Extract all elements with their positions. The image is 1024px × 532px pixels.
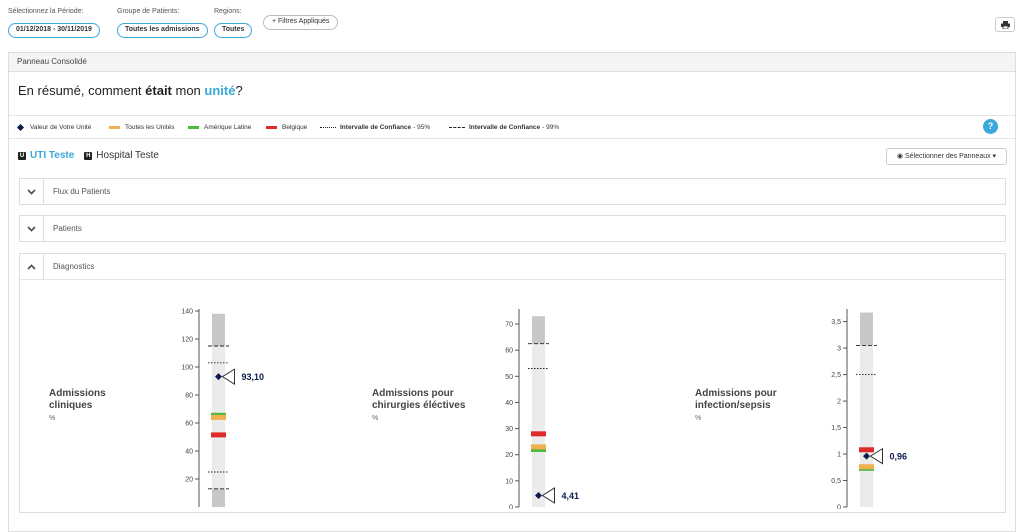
accordion-title: Diagnostics <box>53 262 95 271</box>
marker-all-units <box>531 444 546 450</box>
select-panels-dropdown[interactable]: ◉ Sélectionner des Panneaux ▾ <box>886 148 1007 165</box>
gauge-chart-chirurgies-electives: 0 10 20 30 40 50 60 70 4,41 <box>505 309 580 510</box>
unit-badge-icon: U <box>18 151 26 160</box>
period-filter: Sélectionnez la Période: 01/12/2018 - 30… <box>8 8 100 38</box>
metric-title: Admissions pour chirurgies éléctives <box>372 388 466 411</box>
legend-belgium: Belgique <box>266 124 307 131</box>
y-tick-label: 60 <box>185 421 193 428</box>
y-tick-label: 40 <box>185 449 193 456</box>
patient-group-filter-button[interactable]: Toutes les admissions <box>117 23 208 38</box>
accordion-patients[interactable]: Patients <box>19 215 1006 242</box>
regions-filter-button[interactable]: Toutes <box>214 23 253 38</box>
metric-unit: % <box>372 415 379 422</box>
y-tick-label: 80 <box>185 393 193 400</box>
metric-title: Admissions cliniques <box>49 388 106 411</box>
y-tick-label: 3 <box>837 346 841 353</box>
y-tick-label: 40 <box>505 400 513 407</box>
unit-value-label: 0,96 <box>890 452 908 462</box>
tab-uti-teste[interactable]: U UTI Teste <box>18 150 74 161</box>
y-tick-label: 120 <box>181 337 193 344</box>
unit-tabs: U UTI Teste H Hospital Teste <box>18 150 169 161</box>
diamond-icon <box>16 123 25 132</box>
regions-filter-label: Regions: <box>214 8 242 15</box>
eye-icon: ◉ <box>896 153 905 160</box>
legend-latin-america: Amérique Latine <box>188 124 251 131</box>
y-tick-label: 100 <box>181 365 193 372</box>
applied-filters-button[interactable]: + Filtres Appliqués <box>263 15 339 30</box>
range-outer-zone <box>532 316 545 344</box>
y-tick-label: 30 <box>505 426 513 433</box>
regions-filter: Regions: Toutes <box>214 8 253 38</box>
accordion-diagnostics-header[interactable]: Diagnostics <box>20 254 1005 280</box>
y-tick-label: 70 <box>505 322 513 329</box>
y-tick-label: 20 <box>185 477 193 484</box>
help-icon[interactable]: ? <box>983 119 998 134</box>
y-tick-label: 0,5 <box>831 478 841 485</box>
metric-unit: % <box>695 415 702 422</box>
gauge-chart-admissions-cliniques: 20 40 60 80 100 120 140 93,10 <box>181 309 265 507</box>
patient-group-filter: Groupe de Patients: Toutes les admission… <box>117 8 208 38</box>
consolidated-panel: Panneau Consolidé En résumé, comment éta… <box>8 52 1016 532</box>
y-tick-label: 60 <box>505 348 513 355</box>
marker-belgium <box>211 432 226 438</box>
page-title: En résumé, comment était mon unité? <box>18 83 243 98</box>
legend: Valeur de Votre Unité Toutes les Unités … <box>9 115 1015 139</box>
legend-ci-95: Intervalle de Confiance - 95% <box>320 124 430 131</box>
range-outer-zone <box>212 488 225 507</box>
period-filter-button[interactable]: 01/12/2018 - 30/11/2019 <box>8 23 100 38</box>
y-tick-label: 3,5 <box>831 319 841 326</box>
legend-all-units: Toutes les Unités <box>109 124 175 131</box>
y-tick-label: 10 <box>505 478 513 485</box>
printer-icon <box>1000 20 1010 29</box>
chevron-up-icon <box>27 263 36 270</box>
y-tick-label: 2 <box>837 399 841 406</box>
y-tick-label: 20 <box>505 452 513 459</box>
accordion-title: Flux du Patients <box>53 187 111 196</box>
y-tick-label: 0 <box>509 505 513 510</box>
marker-all-units <box>859 464 874 470</box>
y-tick-label: 2,5 <box>831 372 841 379</box>
accordion-diagnostics: Diagnostics Admissions cliniques % 20 40 6… <box>19 253 1006 513</box>
gauge-chart-infection-sepsis: 0 0,5 1 1,5 2 2,5 3 3,5 0,96 <box>831 309 908 510</box>
range-outer-zone <box>860 312 873 346</box>
marker-belgium <box>859 447 874 453</box>
range-bar <box>532 316 545 507</box>
metric-unit: % <box>49 415 56 422</box>
chevron-down-icon <box>27 188 36 195</box>
unit-value-label: 93,10 <box>242 372 265 382</box>
y-tick-label: 1,5 <box>831 425 841 432</box>
accordion-title: Patients <box>53 224 82 233</box>
unit-value-label: 4,41 <box>562 491 580 501</box>
metric-title: Admissions pour infection/sepsis <box>695 388 777 411</box>
range-outer-zone <box>212 313 225 346</box>
y-tick-label: 50 <box>505 374 513 381</box>
marker-all-units <box>211 414 226 420</box>
y-tick-label: 0 <box>837 505 841 510</box>
chevron-down-icon <box>27 225 36 232</box>
legend-unit-value: Valeur de Votre Unité <box>16 123 91 132</box>
panel-title: Panneau Consolidé <box>9 53 1015 72</box>
tab-hospital-teste[interactable]: H Hospital Teste <box>84 150 159 161</box>
period-filter-label: Sélectionnez la Période: <box>8 8 84 15</box>
marker-belgium <box>531 431 546 437</box>
y-tick-label: 1 <box>837 452 841 459</box>
print-button[interactable] <box>995 17 1015 32</box>
patient-group-filter-label: Groupe de Patients: <box>117 8 180 15</box>
y-tick-label: 140 <box>181 309 193 316</box>
accordion-flux-patients[interactable]: Flux du Patients <box>19 178 1006 205</box>
legend-ci-99: Intervalle de Confiance - 99% <box>449 124 559 131</box>
filter-bar: Sélectionnez la Période: 01/12/2018 - 30… <box>0 0 1024 44</box>
hospital-badge-icon: H <box>84 151 93 160</box>
